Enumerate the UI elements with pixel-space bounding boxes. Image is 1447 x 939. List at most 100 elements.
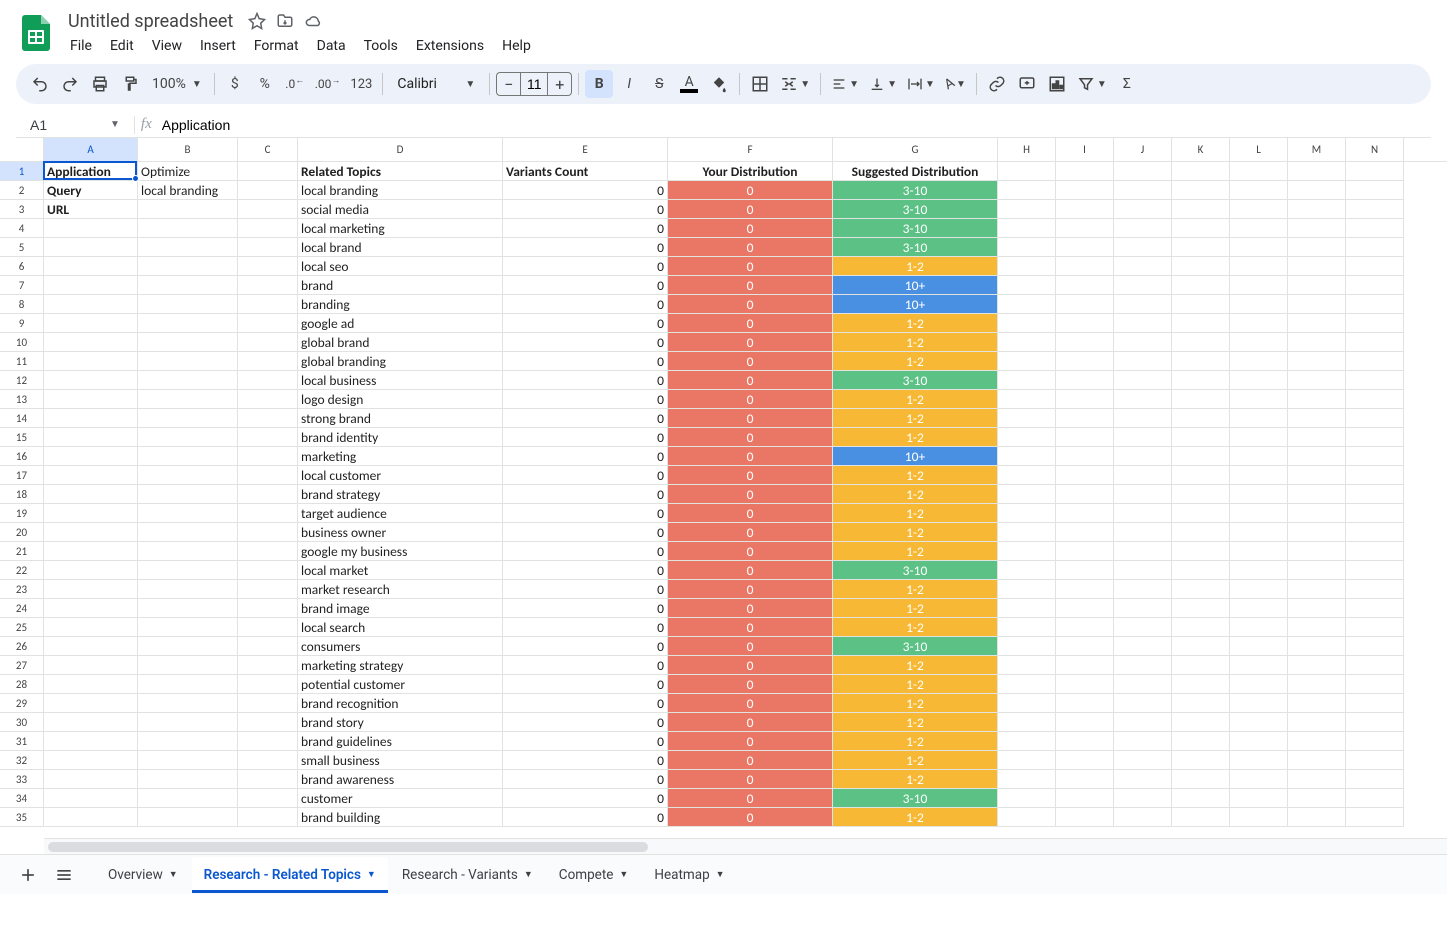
cell[interactable]: 0 (503, 770, 668, 789)
cell[interactable]: 1-2 (833, 732, 998, 751)
cell[interactable] (1230, 200, 1288, 219)
menu-edit[interactable]: Edit (102, 34, 142, 58)
cell[interactable]: local customer (298, 466, 503, 485)
cell[interactable] (1346, 694, 1404, 713)
cell[interactable] (1288, 618, 1346, 637)
cell[interactable] (1288, 732, 1346, 751)
cell[interactable] (1056, 333, 1114, 352)
cell[interactable] (238, 428, 298, 447)
text-color-button[interactable]: A (675, 70, 703, 98)
cell[interactable]: 3-10 (833, 637, 998, 656)
cell[interactable]: 3-10 (833, 200, 998, 219)
row-header[interactable]: 14 (0, 409, 44, 428)
cell[interactable] (998, 694, 1056, 713)
col-header-M[interactable]: M (1288, 138, 1346, 161)
cell[interactable] (138, 295, 238, 314)
cell[interactable]: consumers (298, 637, 503, 656)
cell[interactable] (1346, 390, 1404, 409)
cell[interactable] (1172, 200, 1230, 219)
cell[interactable]: 0 (668, 390, 833, 409)
cell[interactable] (1346, 314, 1404, 333)
cell[interactable]: local marketing (298, 219, 503, 238)
cell[interactable] (1288, 656, 1346, 675)
cell[interactable] (238, 751, 298, 770)
cell[interactable]: 0 (668, 181, 833, 200)
cell[interactable]: 0 (503, 200, 668, 219)
row-header[interactable]: 23 (0, 580, 44, 599)
cell[interactable] (998, 485, 1056, 504)
undo-button[interactable] (26, 70, 54, 98)
cell[interactable] (138, 466, 238, 485)
cell[interactable] (998, 732, 1056, 751)
cell[interactable] (138, 675, 238, 694)
cell[interactable]: brand strategy (298, 485, 503, 504)
cell[interactable]: 0 (503, 561, 668, 580)
cell[interactable] (998, 257, 1056, 276)
halign-button[interactable]: ▼ (827, 70, 863, 98)
cell[interactable] (1230, 314, 1288, 333)
wrap-button[interactable]: ▼ (903, 70, 939, 98)
cell[interactable] (138, 200, 238, 219)
cell[interactable] (1346, 181, 1404, 200)
cell[interactable]: potential customer (298, 675, 503, 694)
menu-file[interactable]: File (62, 34, 100, 58)
cell[interactable] (44, 732, 138, 751)
row-header[interactable]: 15 (0, 428, 44, 447)
cell[interactable] (238, 219, 298, 238)
spreadsheet-grid[interactable]: ABCDEFGHIJKLMN 1234567891011121314151617… (0, 138, 1447, 838)
cell[interactable] (1288, 390, 1346, 409)
cell[interactable] (138, 789, 238, 808)
cell[interactable] (1114, 656, 1172, 675)
cell[interactable] (998, 200, 1056, 219)
cell[interactable] (1114, 713, 1172, 732)
cell[interactable]: 0 (503, 371, 668, 390)
cell[interactable]: 1-2 (833, 314, 998, 333)
cell[interactable] (1346, 371, 1404, 390)
cell[interactable]: 0 (668, 200, 833, 219)
cell[interactable] (1114, 561, 1172, 580)
cell[interactable] (1056, 637, 1114, 656)
cell[interactable]: 0 (668, 580, 833, 599)
cell[interactable]: 0 (503, 789, 668, 808)
cell[interactable] (1114, 523, 1172, 542)
cell[interactable] (1346, 770, 1404, 789)
link-button[interactable] (983, 70, 1011, 98)
cell[interactable] (44, 219, 138, 238)
cell[interactable] (1230, 713, 1288, 732)
cell[interactable]: 1-2 (833, 675, 998, 694)
cell[interactable] (998, 162, 1056, 181)
cell[interactable]: global branding (298, 352, 503, 371)
font-select[interactable]: Calibri▼ (389, 76, 483, 92)
cell[interactable] (1056, 789, 1114, 808)
cell[interactable] (1230, 390, 1288, 409)
increase-decimal-button[interactable]: .00→ (311, 70, 345, 98)
cell[interactable]: 1-2 (833, 485, 998, 504)
cell[interactable] (1172, 523, 1230, 542)
cell[interactable]: 0 (668, 276, 833, 295)
row-header[interactable]: 16 (0, 447, 44, 466)
cell[interactable] (138, 371, 238, 390)
cell[interactable]: 0 (503, 352, 668, 371)
name-box[interactable] (24, 115, 110, 135)
cell[interactable] (138, 314, 238, 333)
cell[interactable]: 0 (503, 219, 668, 238)
cell[interactable] (1056, 523, 1114, 542)
cell[interactable] (1114, 409, 1172, 428)
cell[interactable] (44, 713, 138, 732)
cell[interactable] (998, 561, 1056, 580)
add-sheet-button[interactable] (12, 859, 44, 891)
cell[interactable]: 0 (668, 447, 833, 466)
cell[interactable] (1114, 466, 1172, 485)
cell[interactable]: 1-2 (833, 333, 998, 352)
cell[interactable] (1230, 352, 1288, 371)
cell[interactable] (44, 618, 138, 637)
cell[interactable]: brand building (298, 808, 503, 827)
menu-help[interactable]: Help (494, 34, 539, 58)
cell[interactable]: 0 (503, 542, 668, 561)
cell[interactable]: 0 (668, 466, 833, 485)
cell[interactable] (1288, 181, 1346, 200)
cell[interactable] (1288, 276, 1346, 295)
comment-button[interactable] (1013, 70, 1041, 98)
print-button[interactable] (86, 70, 114, 98)
cell[interactable] (1172, 656, 1230, 675)
